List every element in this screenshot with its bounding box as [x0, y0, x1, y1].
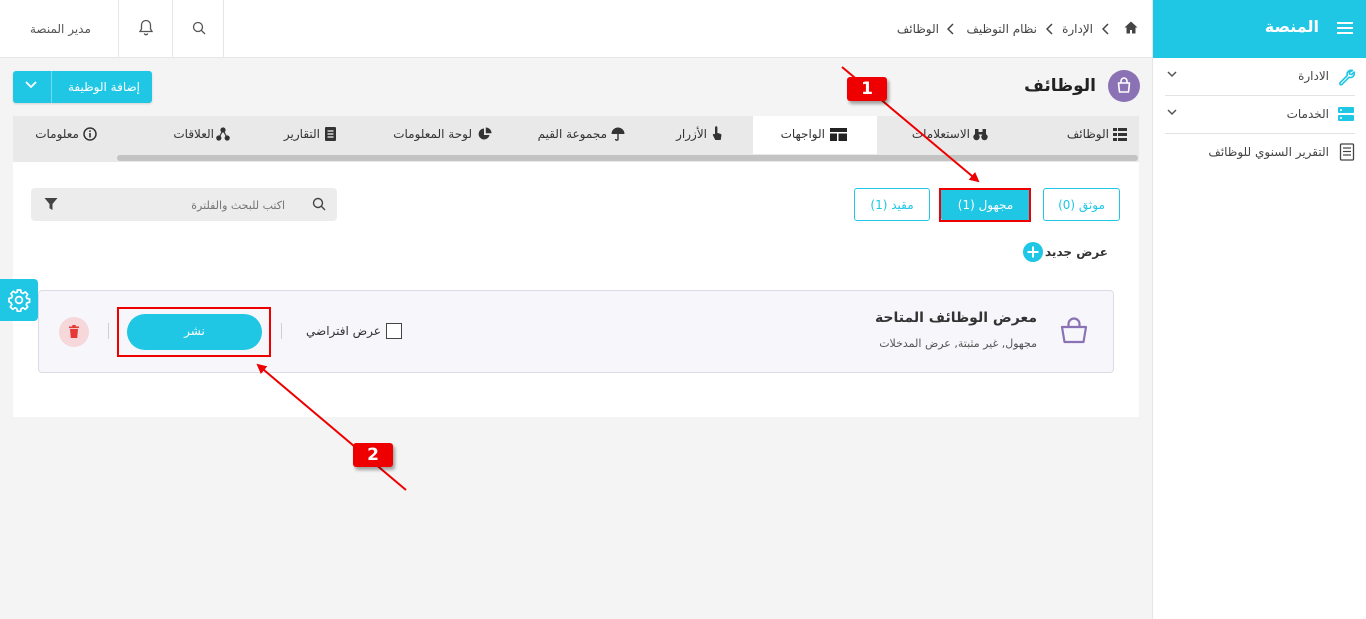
- callout-1: 1: [847, 77, 887, 101]
- annotation-arrows: [256, 66, 980, 491]
- callout-2: 2: [353, 443, 393, 467]
